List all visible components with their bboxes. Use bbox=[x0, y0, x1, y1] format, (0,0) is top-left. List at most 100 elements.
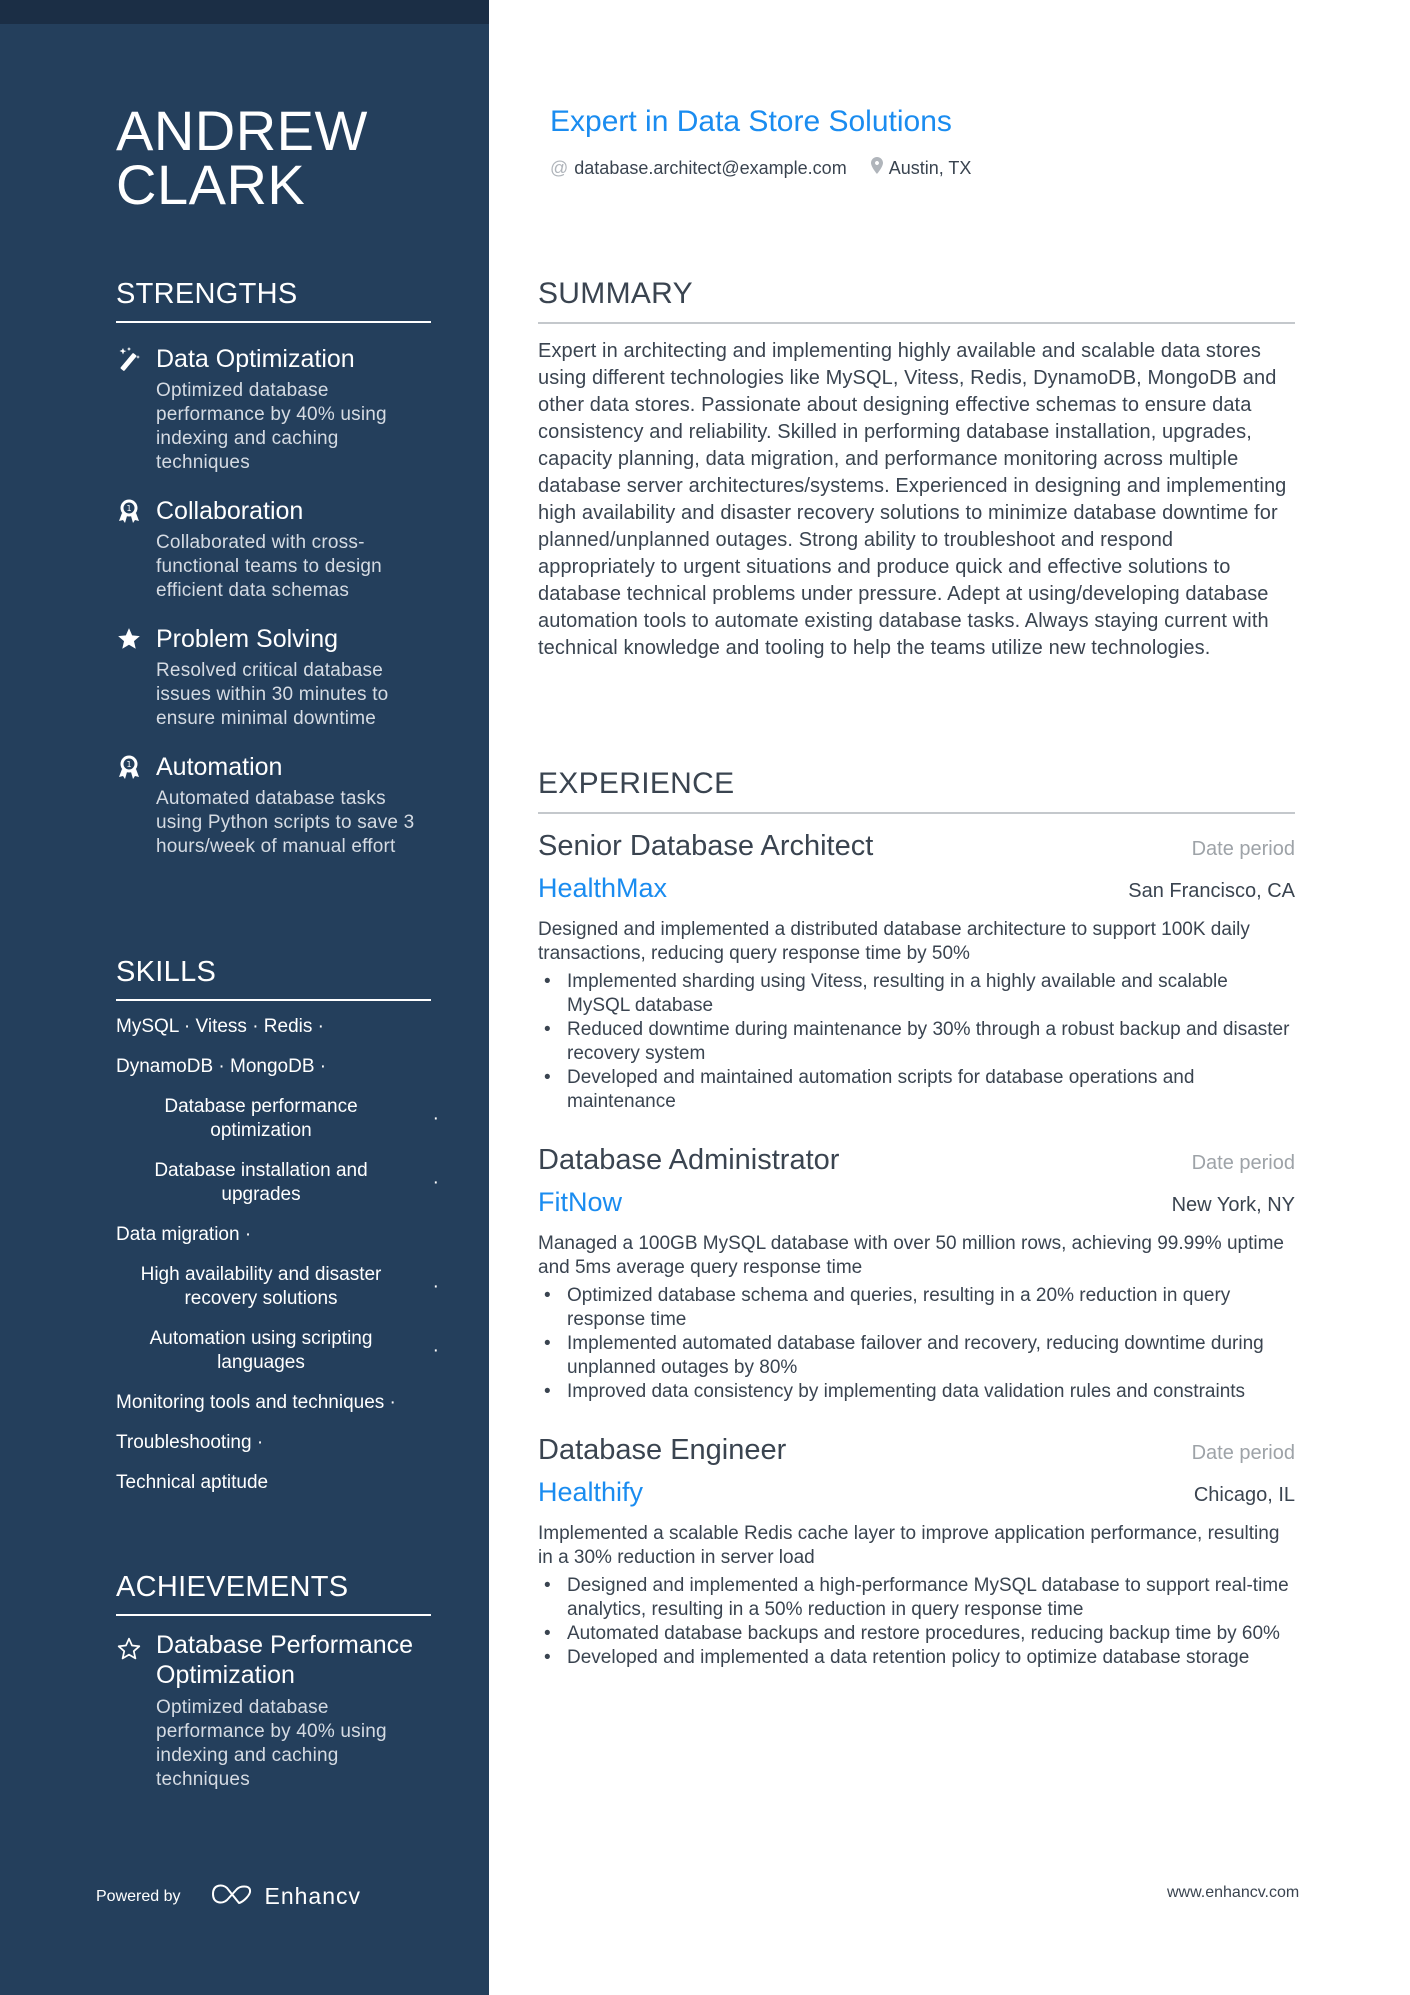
sidebar: ANDREW CLARK STRENGTHS Data Optimization… bbox=[0, 0, 489, 1995]
job-date: Date period bbox=[1191, 838, 1295, 860]
skill-item: High availability and disaster recovery … bbox=[116, 1263, 439, 1311]
job-header-row: Database Administrator Date period bbox=[538, 1142, 1295, 1178]
award-ribbon-icon: 1 bbox=[116, 498, 142, 524]
email-contact[interactable]: @ database.architect@example.com bbox=[550, 158, 847, 179]
map-pin-icon bbox=[870, 157, 883, 179]
job-company-row: HealthMax San Francisco, CA bbox=[538, 864, 1295, 906]
skill-separator: · bbox=[432, 1172, 439, 1193]
skill-separator: · bbox=[432, 1340, 439, 1361]
skill-item: Monitoring tools and techniques · bbox=[116, 1391, 431, 1415]
skills-section: SKILLS MySQL · Vitess · Redis · DynamoDB … bbox=[116, 955, 439, 1511]
enhancv-brand-link[interactable]: Enhancv bbox=[209, 1882, 362, 1911]
skill-text: Automation using scripting languages bbox=[149, 1328, 373, 1373]
strength-description: Resolved critical database issues within… bbox=[156, 660, 389, 729]
job-bullet: Implemented sharding using Vitess, resul… bbox=[538, 970, 1295, 1018]
skill-item: MySQL · Vitess · Redis · bbox=[116, 1015, 431, 1039]
skill-item: Database installation and upgrades · bbox=[116, 1159, 439, 1207]
strength-title: Data Optimization bbox=[156, 345, 355, 373]
email-text: database.architect@example.com bbox=[574, 157, 847, 178]
job-location: San Francisco, CA bbox=[1128, 880, 1295, 902]
at-icon: @ bbox=[550, 157, 569, 178]
job-bullet: Developed and implemented a data retenti… bbox=[538, 1646, 1295, 1670]
job-company[interactable]: FitNow bbox=[538, 1184, 622, 1220]
skill-list: MySQL · Vitess · Redis · DynamoDB · Mongo… bbox=[116, 1015, 439, 1495]
skill-item: DynamoDB · MongoDB · bbox=[116, 1055, 431, 1079]
job-entry: Senior Database Architect Date period Heal… bbox=[538, 828, 1295, 1114]
name-last: CLARK bbox=[116, 153, 306, 216]
strength-description: Optimized database performance by 40% us… bbox=[156, 380, 387, 473]
job-description: Implemented a scalable Redis cache layer… bbox=[538, 1523, 1280, 1568]
job-location: Chicago, IL bbox=[1193, 1484, 1295, 1506]
job-description: Designed and implemented a distributed d… bbox=[538, 919, 1250, 964]
job-bullet: Automated database backups and restore p… bbox=[538, 1622, 1295, 1646]
powered-by: Powered by Enhancv bbox=[96, 1882, 361, 1911]
enhancv-logo-icon bbox=[209, 1882, 255, 1911]
strength-title: Automation bbox=[156, 753, 283, 781]
achievements-section: ACHIEVEMENTS Database Performance Optimi… bbox=[116, 1570, 431, 1792]
job-bullets: Implemented sharding using Vitess, resul… bbox=[538, 970, 1295, 1114]
skills-heading: SKILLS bbox=[116, 955, 431, 1001]
job-bullets: Optimized database schema and queries, r… bbox=[538, 1284, 1295, 1404]
name-block: ANDREW CLARK bbox=[116, 99, 431, 216]
achievement-item: Database Performance Optimization Optimi… bbox=[116, 1630, 431, 1792]
job-company[interactable]: Healthify bbox=[538, 1474, 643, 1510]
job-header-row: Senior Database Architect Date period bbox=[538, 828, 1295, 864]
sidebar-top-bar bbox=[0, 0, 489, 24]
star-filled-icon bbox=[116, 626, 142, 652]
contact-info: @ database.architect@example.com Austin,… bbox=[550, 157, 995, 179]
svg-text:1: 1 bbox=[126, 504, 131, 513]
job-bullet: Reduced downtime during maintenance by 3… bbox=[538, 1018, 1295, 1066]
strength-description: Automated database tasks using Python sc… bbox=[156, 788, 415, 857]
headline: Expert in Data Store Solutions bbox=[550, 105, 952, 138]
job-bullet: Developed and maintained automation scri… bbox=[538, 1066, 1295, 1114]
star-outline-icon bbox=[116, 1636, 142, 1662]
skill-item: Technical aptitude bbox=[116, 1471, 431, 1495]
job-company-row: FitNow New York, NY bbox=[538, 1178, 1295, 1220]
achievement-title: Database Performance Optimization bbox=[156, 1631, 414, 1689]
job-location: New York, NY bbox=[1171, 1194, 1295, 1216]
skill-text: Database installation and upgrades bbox=[154, 1160, 368, 1205]
strength-description: Collaborated with cross-functional teams… bbox=[156, 532, 382, 601]
skill-text: Data migration · bbox=[116, 1224, 252, 1245]
job-date: Date period bbox=[1191, 1442, 1295, 1464]
skill-text: Technical aptitude bbox=[116, 1472, 269, 1493]
award-ribbon-icon: 1 bbox=[116, 754, 142, 780]
job-entry: Database Administrator Date period FitNow N… bbox=[538, 1142, 1295, 1404]
skill-text: Monitoring tools and techniques · bbox=[116, 1392, 396, 1413]
strengths-section: STRENGTHS Data Optimization Optimized da… bbox=[116, 277, 431, 859]
skill-separator: · bbox=[432, 1108, 439, 1129]
summary-text: Expert in architecting and implementing … bbox=[538, 340, 1287, 659]
job-company[interactable]: HealthMax bbox=[538, 870, 667, 906]
strength-item: 1 Automation Automated database tasks us… bbox=[116, 751, 431, 859]
footer-url[interactable]: www.enhancv.com bbox=[1167, 1884, 1299, 1902]
job-bullet: Implemented automated database failover … bbox=[538, 1332, 1295, 1380]
name-first: ANDREW bbox=[116, 99, 368, 162]
skill-text: DynamoDB · MongoDB · bbox=[116, 1056, 327, 1077]
job-entry: Database Engineer Date period Healthify Chi… bbox=[538, 1432, 1295, 1670]
skill-text: Database performance optimization bbox=[164, 1096, 358, 1141]
skill-text: MySQL · Vitess · Redis · bbox=[116, 1016, 324, 1037]
strength-item: 1 Collaboration Collaborated with cross-… bbox=[116, 495, 431, 603]
job-title: Senior Database Architect bbox=[538, 830, 874, 862]
powered-by-label: Powered by bbox=[96, 1887, 181, 1905]
job-company-row: Healthify Chicago, IL bbox=[538, 1468, 1295, 1510]
job-description: Managed a 100GB MySQL database with over… bbox=[538, 1233, 1284, 1278]
job-header-row: Database Engineer Date period bbox=[538, 1432, 1295, 1468]
strength-title: Problem Solving bbox=[156, 625, 339, 653]
summary-heading: SUMMARY bbox=[538, 277, 693, 310]
summary-section: SUMMARY Expert in architecting and imple… bbox=[538, 276, 1295, 662]
skill-text: Troubleshooting · bbox=[116, 1432, 264, 1453]
experience-divider bbox=[538, 812, 1295, 814]
skill-separator: · bbox=[432, 1276, 439, 1297]
location-text: Austin, TX bbox=[888, 157, 972, 178]
skill-item: Data migration · bbox=[116, 1223, 431, 1247]
achievements-heading: ACHIEVEMENTS bbox=[116, 1570, 431, 1616]
enhancv-brand-name: Enhancv bbox=[264, 1883, 362, 1909]
strength-title: Collaboration bbox=[156, 497, 304, 525]
strengths-heading: STRENGTHS bbox=[116, 277, 431, 323]
job-bullets: Designed and implemented a high-performa… bbox=[538, 1574, 1295, 1670]
job-list: Senior Database Architect Date period Heal… bbox=[538, 828, 1295, 1670]
job-title: Database Engineer bbox=[538, 1434, 787, 1466]
job-bullet: Designed and implemented a high-performa… bbox=[538, 1574, 1295, 1622]
skill-item: Database performance optimization · bbox=[116, 1095, 439, 1143]
